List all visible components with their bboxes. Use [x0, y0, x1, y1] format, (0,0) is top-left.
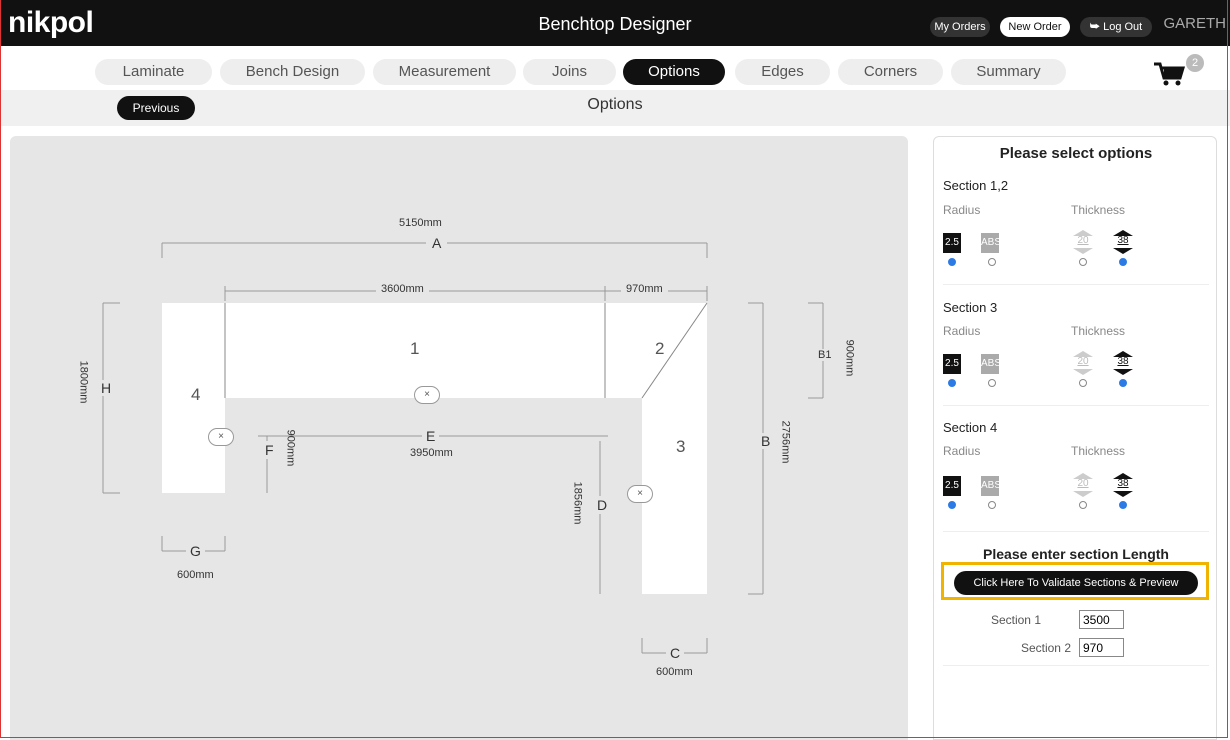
- tab-corners[interactable]: Corners: [838, 59, 943, 85]
- options-panel: Please select options Section 1,2 Radius…: [933, 136, 1217, 740]
- section-1-length-label: Section 1: [990, 613, 1041, 627]
- section-1-2-thickness-20-radio[interactable]: [1079, 258, 1087, 266]
- dimension-3600-value: 3600mm: [376, 283, 429, 295]
- bench-diagram-lines: [102, 242, 824, 654]
- log-out-icon: ⮩: [1089, 21, 1101, 33]
- cart-count-badge: 2: [1186, 54, 1204, 72]
- section-length-title: Please enter section Length: [983, 546, 1169, 562]
- section-4-radius-abs[interactable]: ABS: [981, 476, 1001, 496]
- validate-sections-button[interactable]: Click Here To Validate Sections & Previe…: [954, 571, 1198, 595]
- section-1-length-input[interactable]: [1079, 610, 1124, 629]
- dimension-g-value: 600mm: [177, 569, 214, 581]
- section-3-radius-abs-radio[interactable]: [988, 379, 996, 387]
- top-header: nikpol Benchtop Designer My Orders New O…: [0, 0, 1230, 46]
- section-4-radius-2-5[interactable]: 2.5: [943, 476, 961, 496]
- radius-label: Radius: [943, 324, 981, 338]
- dimension-f-value: 900mm: [284, 429, 297, 467]
- divider: [943, 665, 1209, 666]
- section-2-length-input[interactable]: [1079, 638, 1124, 657]
- dimension-e-value: 3950mm: [410, 447, 453, 459]
- dimension-h-value: 1800mm: [77, 360, 90, 404]
- dimension-b1-value: 900mm: [843, 339, 856, 377]
- section-1-2-radius-2-5-radio[interactable]: [948, 258, 956, 266]
- tab-edges[interactable]: Edges: [735, 59, 830, 85]
- section-3-thickness-20[interactable]: 20: [1071, 351, 1095, 375]
- divider: [943, 284, 1209, 285]
- remove-join-1-button[interactable]: ×: [414, 386, 440, 404]
- dimension-c-value: 600mm: [656, 666, 693, 678]
- tab-measurement[interactable]: Measurement: [373, 59, 516, 85]
- thickness-label: Thickness: [1071, 203, 1126, 217]
- dimension-b-value: 2756mm: [779, 420, 792, 464]
- section-1-2-title: Section 1,2: [943, 178, 1009, 193]
- dimension-h-label: H: [99, 380, 114, 396]
- bench-diagram-canvas: 5150mm A 3600mm 970mm 1800mm H B1 900mm …: [10, 136, 908, 740]
- tab-bench-design[interactable]: Bench Design: [220, 59, 365, 85]
- section-4-title: Section 4: [943, 420, 998, 435]
- tab-summary[interactable]: Summary: [951, 59, 1066, 85]
- log-out-button[interactable]: ⮩ Log Out: [1080, 17, 1152, 37]
- thickness-label: Thickness: [1071, 324, 1126, 338]
- section-1-2-radius-abs-radio[interactable]: [988, 258, 996, 266]
- log-out-label: Log Out: [1103, 21, 1143, 33]
- section-3-thickness-38-radio[interactable]: [1119, 379, 1127, 387]
- divider: [943, 531, 1209, 532]
- section-3-thickness-38[interactable]: 38: [1111, 351, 1135, 375]
- tab-options[interactable]: Options: [623, 59, 725, 85]
- radius-label: Radius: [943, 444, 981, 458]
- new-order-button[interactable]: New Order: [1000, 17, 1070, 37]
- section-4-thickness-38[interactable]: 38: [1111, 473, 1135, 497]
- dimension-c-label: C: [666, 645, 685, 661]
- section-4-thickness-20-radio[interactable]: [1079, 501, 1087, 509]
- tab-joins[interactable]: Joins: [523, 59, 616, 85]
- previous-button[interactable]: Previous: [117, 96, 195, 120]
- dimension-b1-label: B1: [816, 349, 834, 361]
- section-1-2-radius-abs[interactable]: ABS: [981, 233, 1001, 253]
- dimension-d-label: D: [595, 496, 610, 514]
- section-3-radius-abs[interactable]: ABS: [981, 354, 1001, 374]
- nikpol-logo[interactable]: nikpol: [8, 6, 94, 40]
- dimension-g-label: G: [186, 543, 205, 559]
- section-4-thickness-20[interactable]: 20: [1071, 473, 1095, 497]
- section-3-radius-2-5-radio[interactable]: [948, 379, 956, 387]
- section-1-number: 1: [410, 339, 420, 358]
- section-3-thickness-20-radio[interactable]: [1079, 379, 1087, 387]
- section-3-title: Section 3: [943, 300, 998, 315]
- section-4-number: 4: [191, 385, 201, 404]
- dimension-a-value: 5150mm: [399, 217, 442, 229]
- my-orders-button[interactable]: My Orders: [930, 17, 990, 37]
- section-1-2-thickness-38[interactable]: 38: [1111, 230, 1135, 254]
- radius-label: Radius: [943, 203, 981, 217]
- section-4-thickness-38-radio[interactable]: [1119, 501, 1127, 509]
- section-3-radius-2-5[interactable]: 2.5: [943, 354, 961, 374]
- section-2-length-label: Section 2: [1020, 641, 1071, 655]
- section-4-radius-2-5-radio[interactable]: [948, 501, 956, 509]
- section-1-2-thickness-38-radio[interactable]: [1119, 258, 1127, 266]
- thickness-label: Thickness: [1071, 444, 1126, 458]
- dimension-970-value: 970mm: [621, 283, 668, 295]
- section-1-2-thickness-20[interactable]: 20: [1071, 230, 1095, 254]
- dimension-e-label: E: [422, 428, 440, 444]
- options-panel-title: Please select options: [999, 145, 1153, 162]
- validate-highlight: Click Here To Validate Sections & Previe…: [941, 562, 1209, 600]
- section-3-number: 3: [676, 437, 686, 456]
- sub-bar: Previous Options: [0, 90, 1230, 126]
- section-4-radius-abs-radio[interactable]: [988, 501, 996, 509]
- remove-join-4-button[interactable]: ×: [208, 428, 234, 446]
- dimension-f-label: F: [264, 441, 275, 459]
- step-tabs: Laminate Bench Design Measurement Joins …: [0, 46, 1230, 90]
- tab-laminate[interactable]: Laminate: [95, 59, 212, 85]
- section-1-2-radius-2-5[interactable]: 2.5: [943, 233, 961, 253]
- user-name[interactable]: GARETH: [1163, 15, 1226, 32]
- remove-join-3-button[interactable]: ×: [627, 485, 653, 503]
- dimension-a-label: A: [426, 235, 448, 251]
- dimension-d-value: 1856mm: [571, 481, 584, 525]
- dimension-b-label: B: [759, 433, 773, 449]
- section-2-number: 2: [655, 339, 665, 358]
- divider: [943, 405, 1209, 406]
